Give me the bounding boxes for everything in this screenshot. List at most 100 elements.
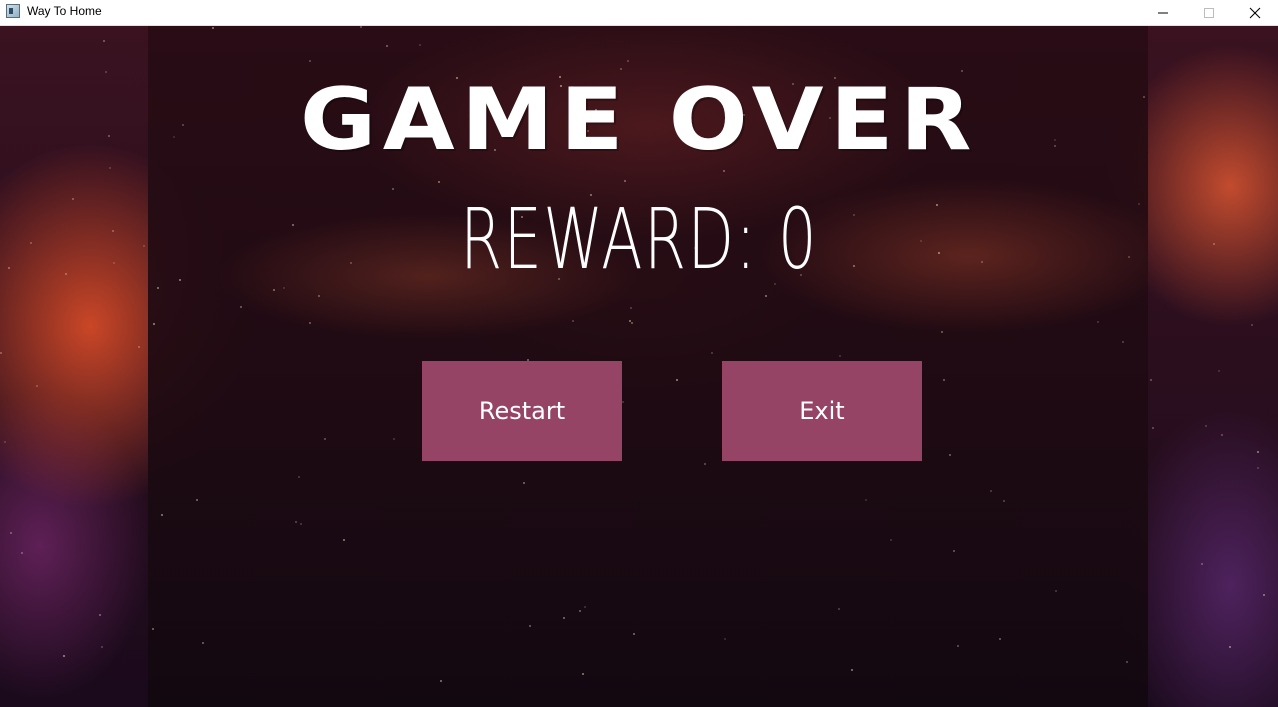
star: [10, 532, 12, 534]
star: [1126, 661, 1128, 663]
star: [298, 476, 300, 478]
minimize-button[interactable]: [1140, 0, 1186, 25]
minimize-icon: [1158, 12, 1168, 13]
star: [943, 379, 945, 381]
star: [138, 346, 140, 348]
star: [941, 331, 943, 333]
star: [101, 646, 103, 648]
star: [212, 27, 214, 29]
game-over-heading: GAME OVER: [300, 70, 978, 170]
star: [295, 521, 297, 523]
star: [324, 438, 326, 440]
star: [0, 352, 2, 354]
star: [624, 180, 626, 182]
star: [153, 323, 155, 325]
close-button[interactable]: [1232, 0, 1278, 25]
star: [579, 610, 581, 612]
star: [1251, 324, 1253, 326]
star: [161, 514, 163, 516]
exit-button[interactable]: Exit: [722, 361, 922, 461]
star: [724, 638, 726, 640]
app-window-icon: [6, 4, 20, 18]
star: [343, 539, 345, 541]
star: [1263, 594, 1265, 596]
star: [440, 680, 442, 682]
star: [202, 642, 204, 644]
star: [765, 295, 767, 297]
star: [529, 625, 531, 627]
star: [8, 267, 10, 269]
star: [63, 655, 65, 657]
star: [676, 379, 678, 381]
star: [152, 628, 154, 630]
star: [318, 295, 320, 297]
star: [1152, 427, 1154, 429]
maximize-button[interactable]: [1186, 0, 1232, 25]
star: [30, 242, 32, 244]
star: [386, 45, 388, 47]
star: [865, 499, 867, 501]
star: [704, 463, 706, 465]
star: [1201, 563, 1203, 565]
star: [838, 608, 840, 610]
star: [1128, 256, 1130, 258]
star: [1257, 467, 1259, 469]
star: [582, 673, 584, 675]
star: [890, 539, 892, 541]
star: [563, 617, 565, 619]
star: [393, 438, 395, 440]
star: [113, 262, 115, 264]
star: [21, 552, 23, 554]
star: [1003, 500, 1005, 502]
star: [438, 181, 440, 183]
title-bar[interactable]: Way To Home: [0, 0, 1278, 26]
star: [957, 645, 959, 647]
window-title: Way To Home: [27, 4, 102, 18]
star: [630, 307, 632, 309]
star: [309, 60, 311, 62]
star: [240, 306, 242, 308]
star: [633, 633, 635, 635]
star: [523, 482, 525, 484]
star: [103, 40, 105, 42]
star: [65, 273, 67, 275]
reward-display: REWARD: 0: [179, 184, 1099, 294]
star: [711, 352, 713, 354]
star: [1097, 321, 1099, 323]
star: [143, 245, 145, 247]
star: [1221, 434, 1223, 436]
star: [1138, 203, 1140, 205]
maximize-icon: [1204, 7, 1214, 18]
star: [4, 441, 6, 443]
close-icon: [1249, 7, 1261, 18]
star: [851, 669, 853, 671]
star: [309, 322, 311, 324]
star: [572, 320, 574, 322]
game-window: Way To Home GAME OVER REWARD: 0 Restart: [0, 0, 1278, 707]
star: [1213, 243, 1215, 245]
star: [584, 606, 586, 608]
star: [723, 170, 725, 172]
reward-value: 0: [777, 190, 818, 288]
game-scene: GAME OVER REWARD: 0 Restart Exit: [0, 26, 1278, 707]
star: [1257, 451, 1259, 453]
star: [622, 401, 624, 403]
reward-label: REWARD:: [460, 190, 758, 288]
star: [949, 454, 951, 456]
star: [300, 523, 302, 525]
star: [1218, 370, 1220, 372]
star: [953, 550, 955, 552]
star: [990, 490, 992, 492]
star: [631, 322, 633, 324]
star: [419, 44, 421, 46]
star: [1150, 379, 1152, 381]
star: [1122, 341, 1124, 343]
star: [627, 60, 629, 62]
star: [112, 230, 114, 232]
star: [360, 26, 362, 28]
star: [196, 499, 198, 501]
star: [1205, 425, 1207, 427]
restart-button[interactable]: Restart: [422, 361, 622, 461]
star: [72, 198, 74, 200]
star: [99, 614, 101, 616]
